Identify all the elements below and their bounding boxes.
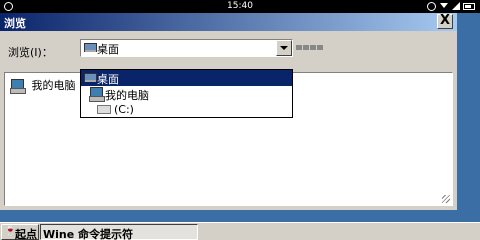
dropdown-item-desktop[interactable]: 桌面 xyxy=(81,70,292,86)
wifi-icon xyxy=(440,3,448,8)
browse-label: 浏览(I)： xyxy=(8,46,53,59)
status-time: 15:40 xyxy=(227,1,253,11)
start-button[interactable]: 🍷 起点 xyxy=(1,224,39,240)
dropdown-item-label: 我的电脑 xyxy=(105,89,149,102)
browse-combobox[interactable]: 桌面 xyxy=(80,39,293,57)
up-folder-button[interactable] xyxy=(296,45,302,50)
close-button[interactable]: X xyxy=(437,14,453,29)
start-label: 起点 xyxy=(15,228,37,240)
drive-icon xyxy=(97,105,111,114)
new-folder-button[interactable] xyxy=(303,45,309,50)
dropdown-item-my-computer[interactable]: 我的电脑 xyxy=(81,86,292,102)
dropdown-item-c-drive[interactable]: (C:) xyxy=(81,102,292,118)
title-bar[interactable]: 浏览 X xyxy=(0,13,457,31)
details-view-button[interactable] xyxy=(317,45,323,50)
computer-icon xyxy=(89,87,105,102)
desktop-icon xyxy=(84,73,97,82)
window-title: 浏览 xyxy=(4,17,26,30)
browse-dropdown-list: 桌面 我的电脑 (C:) xyxy=(80,69,293,118)
dropdown-item-label: (C:) xyxy=(114,103,134,116)
browse-selected-value: 桌面 xyxy=(97,43,119,56)
computer-icon xyxy=(10,78,26,94)
desktop-icon xyxy=(84,43,97,52)
battery-icon xyxy=(463,3,475,10)
resize-grip[interactable] xyxy=(442,195,450,203)
dropdown-item-label: 桌面 xyxy=(97,73,119,86)
taskbar: 🍷 起点 Wine 命令提示符 xyxy=(0,222,480,240)
browse-dialog: 浏览 X 浏览(I)： 桌面 我的电脑 桌面 我的电脑 (C:) xyxy=(0,13,457,210)
wine-glass-icon: 🍷 xyxy=(4,226,17,237)
signal-icon xyxy=(452,2,460,10)
taskbar-item-label: Wine 命令提示符 xyxy=(43,228,134,240)
list-item-label: 我的电脑 xyxy=(31,79,76,92)
view-toolbar xyxy=(296,40,324,53)
combobox-dropdown-button[interactable] xyxy=(276,40,292,56)
list-item[interactable]: 我的电脑 xyxy=(10,77,76,94)
alarm-icon xyxy=(427,2,436,11)
android-status-bar: 15:40 xyxy=(0,0,480,13)
taskbar-item-wine-cmd[interactable]: Wine 命令提示符 xyxy=(40,224,198,240)
close-icon: X xyxy=(439,13,451,28)
list-view-button[interactable] xyxy=(310,45,316,50)
